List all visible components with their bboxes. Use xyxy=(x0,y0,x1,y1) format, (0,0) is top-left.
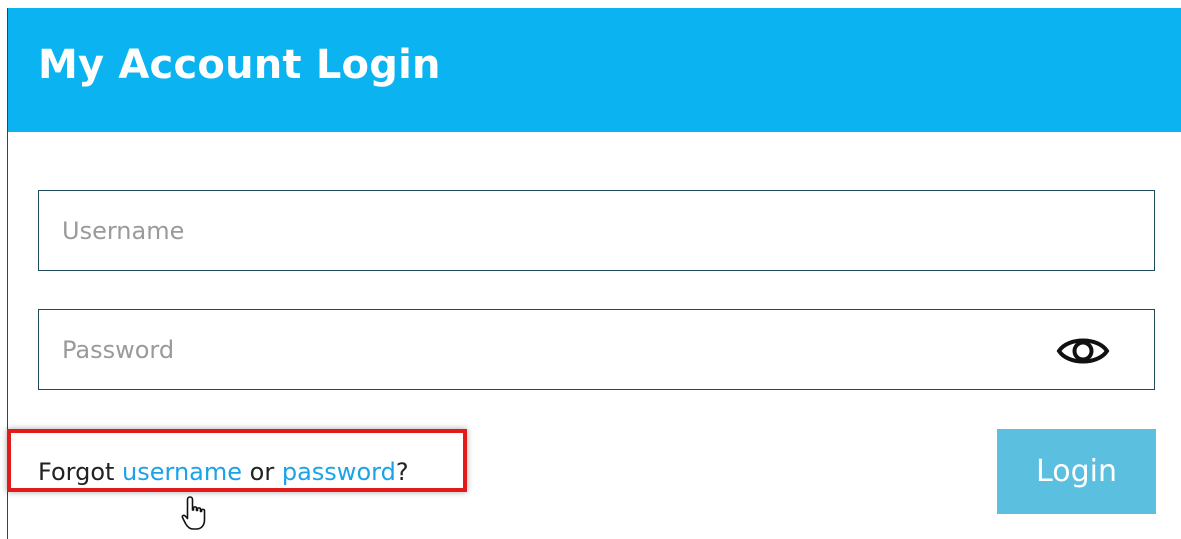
eye-icon[interactable] xyxy=(1056,334,1110,368)
password-input[interactable] xyxy=(39,310,1154,389)
page-title: My Account Login xyxy=(38,42,441,88)
login-button[interactable]: Login xyxy=(997,429,1156,514)
login-header: My Account Login xyxy=(8,8,1181,132)
hand-cursor-icon xyxy=(181,496,206,530)
username-field[interactable] xyxy=(38,190,1155,271)
highlight-box xyxy=(7,429,467,492)
username-input[interactable] xyxy=(39,191,1154,270)
password-field[interactable] xyxy=(38,309,1155,390)
